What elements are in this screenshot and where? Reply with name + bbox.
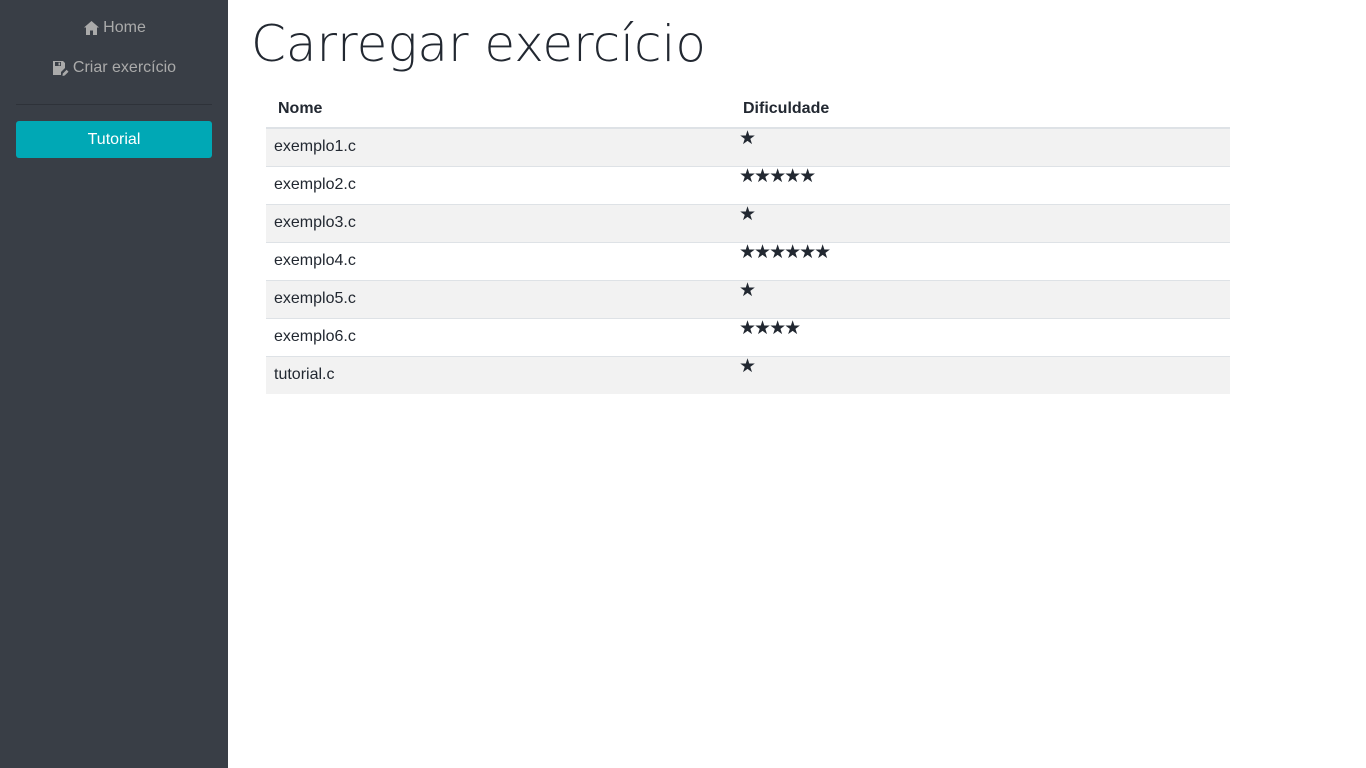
difficulty-stars: ★★★★★★ xyxy=(731,242,1230,281)
exercise-name[interactable]: exemplo3.c xyxy=(266,204,731,243)
home-icon xyxy=(82,19,100,37)
tutorial-button[interactable]: Tutorial xyxy=(16,121,212,158)
exercise-name[interactable]: exemplo5.c xyxy=(266,280,731,319)
table-row[interactable]: exemplo2.c ★★★★★ xyxy=(266,166,1230,205)
nav-create-exercise-label: Criar exercício xyxy=(72,59,177,76)
difficulty-stars: ★ xyxy=(731,280,1230,319)
table-row[interactable]: exemplo5.c ★ xyxy=(266,280,1230,319)
exercise-table: Nome Dificuldade exemplo1.c ★ exemplo2.c… xyxy=(266,90,1230,394)
table-row[interactable]: exemplo1.c ★ xyxy=(266,128,1230,167)
exercise-name[interactable]: exemplo6.c xyxy=(266,318,731,357)
sidebar: Home Criar exercício Tutorial xyxy=(0,0,228,768)
exercise-name[interactable]: exemplo4.c xyxy=(266,242,731,281)
sidebar-divider xyxy=(16,104,212,105)
column-header-difficulty[interactable]: Dificuldade xyxy=(731,90,1230,129)
difficulty-stars: ★ xyxy=(731,204,1230,243)
table-header-row: Nome Dificuldade xyxy=(266,90,1230,129)
table-body: exemplo1.c ★ exemplo2.c ★★★★★ exemplo3.c… xyxy=(266,128,1230,394)
table-row[interactable]: exemplo6.c ★★★★ xyxy=(266,318,1230,357)
difficulty-stars: ★★★★★ xyxy=(731,166,1230,205)
save-edit-icon xyxy=(52,59,70,77)
exercise-name[interactable]: exemplo2.c xyxy=(266,166,731,205)
difficulty-stars: ★★★★ xyxy=(731,318,1230,357)
table-row[interactable]: exemplo4.c ★★★★★★ xyxy=(266,242,1230,281)
table-row[interactable]: exemplo3.c ★ xyxy=(266,204,1230,243)
exercise-name[interactable]: exemplo1.c xyxy=(266,128,731,167)
page-title: Carregar exercício xyxy=(251,15,706,73)
exercise-name[interactable]: tutorial.c xyxy=(266,356,731,394)
table-header: Nome Dificuldade xyxy=(266,90,1230,129)
column-header-name[interactable]: Nome xyxy=(266,90,731,129)
nav-home-label: Home xyxy=(103,19,146,36)
difficulty-stars: ★ xyxy=(739,355,756,377)
difficulty-stars: ★ xyxy=(731,128,1230,167)
nav-create-exercise-link[interactable]: Criar exercício xyxy=(0,56,228,80)
table-row[interactable]: tutorial.c ★ xyxy=(266,356,1230,394)
nav-home-link[interactable]: Home xyxy=(0,16,228,40)
